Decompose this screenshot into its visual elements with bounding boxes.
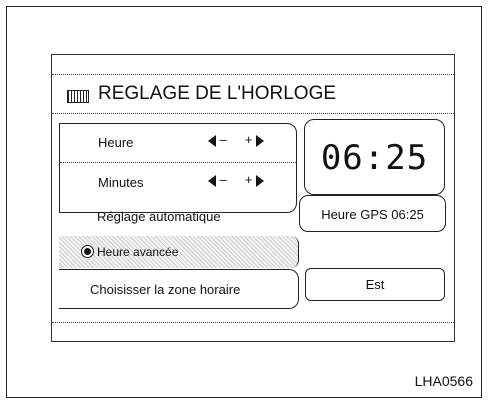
- keyboard-icon: [67, 90, 89, 103]
- minute-plus: +: [244, 172, 253, 187]
- hour-decrease-icon[interactable]: [208, 134, 216, 147]
- gps-time-box: Heure GPS 06:25: [299, 195, 446, 232]
- hour-plus: +: [244, 132, 253, 147]
- bottom-divider: [52, 322, 454, 323]
- minute-stepper[interactable]: – +: [208, 172, 265, 187]
- hour-row[interactable]: Heure – +: [60, 124, 298, 160]
- hour-label: Heure: [98, 135, 134, 150]
- clock-time: 06:25: [320, 138, 429, 178]
- display-screen: REGLAGE DE L'HORLOGE Heure – + Minutes –: [51, 54, 455, 342]
- time-zone-label: Choisisser la zone horaire: [90, 282, 241, 297]
- clock-display: 06:25: [304, 119, 445, 195]
- minute-decrease-icon[interactable]: [208, 174, 216, 187]
- gps-time-label: Heure GPS 06:25: [321, 207, 424, 222]
- daylight-saving-row[interactable]: Heure avancée: [59, 236, 299, 268]
- time-zone-row[interactable]: Choisisser la zone horaire: [59, 269, 299, 309]
- daylight-saving-label: Heure avancée: [97, 245, 179, 259]
- time-adjust-group: Heure – + Minutes – +: [59, 123, 297, 213]
- hour-minus: –: [219, 132, 227, 147]
- minute-increase-icon[interactable]: [256, 174, 265, 187]
- hour-stepper[interactable]: – +: [208, 132, 265, 147]
- time-zone-value-button[interactable]: Est: [305, 268, 445, 301]
- top-divider: [52, 74, 454, 75]
- minute-row[interactable]: Minutes – +: [60, 168, 298, 204]
- radio-selected-icon[interactable]: [81, 245, 94, 258]
- minute-label: Minutes: [98, 175, 144, 190]
- hour-increase-icon[interactable]: [256, 134, 265, 147]
- figure-reference: LHA0566: [414, 373, 473, 389]
- title-divider: [52, 113, 454, 114]
- minute-minus: –: [219, 172, 227, 187]
- time-zone-value: Est: [365, 277, 385, 292]
- auto-adjust-label: Réglage automatique: [97, 209, 221, 224]
- figure-frame: REGLAGE DE L'HORLOGE Heure – + Minutes –: [6, 6, 482, 398]
- row-divider: [60, 162, 296, 163]
- screen-title: REGLAGE DE L'HORLOGE: [98, 83, 337, 104]
